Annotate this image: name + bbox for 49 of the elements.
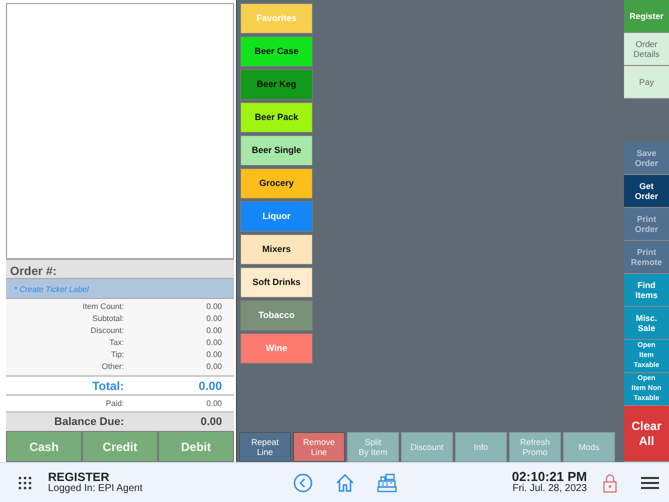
summary-value: 0.00 <box>205 325 223 337</box>
toolbar-button[interactable]: Remove Line <box>293 432 345 462</box>
side-tab[interactable]: Pay <box>624 66 669 99</box>
apps-grid-icon[interactable] <box>18 476 32 490</box>
side-tab[interactable]: Register <box>624 0 669 33</box>
summary-label: Discount: <box>90 325 124 337</box>
side-action-button[interactable]: Find Items <box>624 274 669 307</box>
cash-register-icon[interactable] <box>376 472 397 492</box>
total-value: 0.00 <box>198 378 223 394</box>
summary-label: Item Count: <box>82 301 124 313</box>
padlock-icon[interactable] <box>603 472 617 492</box>
category-button[interactable]: Mixers <box>240 234 313 265</box>
summary-label: Subtotal: <box>91 313 124 325</box>
category-button[interactable]: Tobacco <box>240 300 313 331</box>
side-tab[interactable]: Order Details <box>624 33 669 66</box>
clock-date: Fri. Jul. 28, 2023 <box>512 482 587 494</box>
category-button[interactable]: Liquor <box>240 201 313 232</box>
toolbar-button[interactable]: Repeat Line <box>239 432 291 462</box>
summary-label: Tip: <box>110 349 124 361</box>
category-button[interactable]: Grocery <box>240 168 313 199</box>
back-icon[interactable] <box>292 472 313 492</box>
summary-value: 0.00 <box>205 301 223 313</box>
side-action-button[interactable]: Get Order <box>624 175 669 208</box>
category-button[interactable]: Beer Keg <box>240 69 313 100</box>
category-button[interactable]: Beer Single <box>240 135 313 166</box>
summary-label: Tax: <box>108 337 124 349</box>
side-action-button[interactable]: Misc. Sale <box>624 307 669 340</box>
total-label: Total: <box>91 378 124 394</box>
balance-due-value: 0.00 <box>200 414 223 430</box>
clock-time: 02:10:21 PM <box>512 470 587 482</box>
category-button[interactable]: Soft Drinks <box>240 267 313 298</box>
create-ticket-label-link[interactable]: * Create Ticket Label <box>14 285 89 294</box>
logged-in-user: Logged In: EPI Agent <box>48 482 143 494</box>
category-button[interactable]: Beer Pack <box>240 102 313 133</box>
paid-label: Paid: <box>104 398 124 410</box>
summary-value: 0.00 <box>205 337 223 349</box>
category-button[interactable]: Wine <box>240 333 313 364</box>
summary-label: Other: <box>100 361 124 373</box>
summary-value: 0.00 <box>205 349 223 361</box>
balance-due-label: Balance Due: <box>53 414 124 430</box>
home-icon[interactable] <box>334 472 355 492</box>
category-button[interactable]: Beer Case <box>240 36 313 67</box>
order-number-label: Order #: <box>6 258 234 278</box>
summary-value: 0.00 <box>205 313 223 325</box>
summary-value: 0.00 <box>205 361 223 373</box>
paid-value: 0.00 <box>205 398 223 410</box>
side-action-button[interactable]: Clear All <box>624 406 669 462</box>
menu-icon[interactable] <box>641 476 659 490</box>
screen-title: REGISTER <box>48 472 110 482</box>
